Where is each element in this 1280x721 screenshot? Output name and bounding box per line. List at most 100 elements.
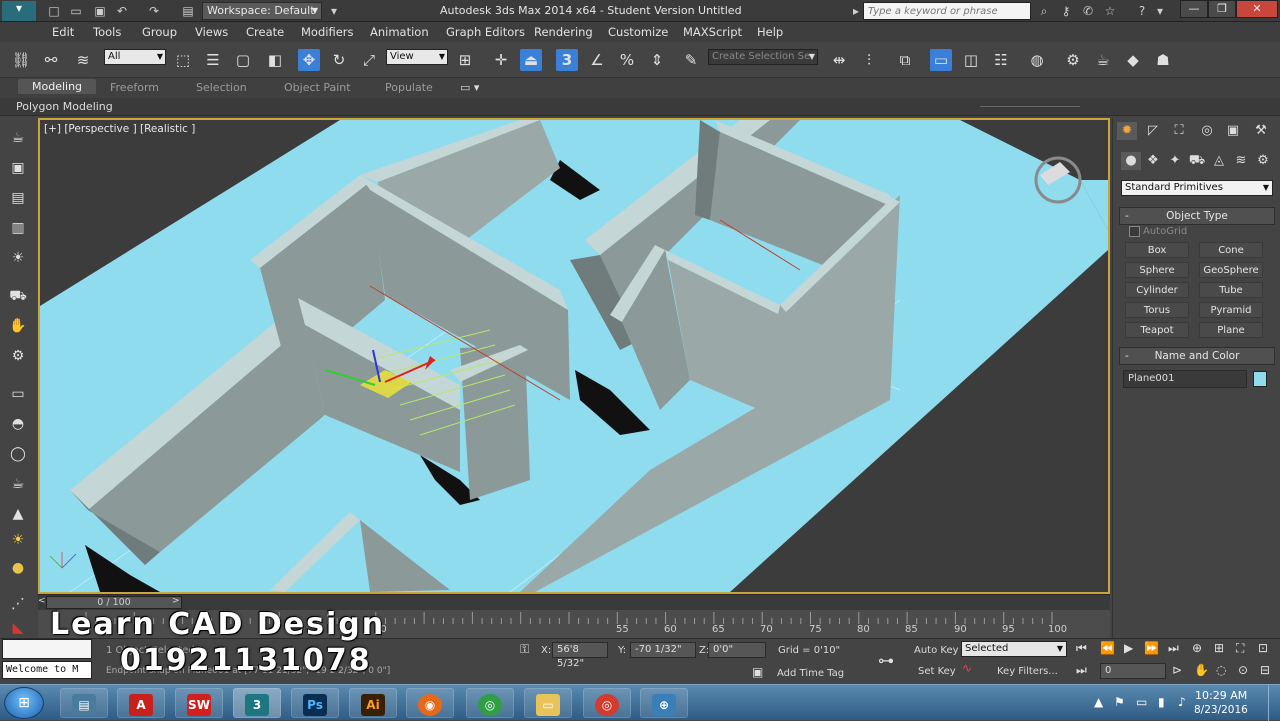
angle-snap-icon[interactable]: ∠ [586, 49, 608, 71]
menu-customize[interactable]: Customize [608, 25, 668, 39]
selection-filter-dropdown[interactable]: All ▼ [104, 49, 166, 65]
taskbar-explorer-icon[interactable]: ▭ [524, 688, 572, 718]
taskbar-3dsmax-icon[interactable]: 3 [233, 688, 281, 718]
key-mode-toggle-icon[interactable]: ⏭ [1076, 663, 1087, 678]
cameras-icon[interactable]: ⛟ [1187, 152, 1207, 170]
taskbar-firefox-icon[interactable]: ◉ [406, 688, 454, 718]
expand-arrow-icon[interactable]: ▸ [848, 4, 864, 18]
graphite-modeling-tools-icon[interactable]: ▭ [930, 49, 952, 71]
start-button[interactable]: ⊞ [4, 687, 44, 719]
menu-tools[interactable]: Tools [93, 25, 121, 39]
set-key-button[interactable]: Set Key [918, 666, 956, 677]
light-icon[interactable]: ☀ [7, 248, 29, 268]
select-and-scale-icon[interactable]: ⤢ [358, 49, 380, 71]
tray-volume-icon[interactable]: ♪ [1178, 695, 1186, 709]
circle-icon[interactable]: ◯ [7, 444, 29, 464]
create-tab-icon[interactable]: ✹ [1117, 122, 1137, 140]
auto-key-button[interactable]: Auto Key [914, 645, 959, 656]
tray-flag-icon[interactable]: ⚑ [1114, 695, 1125, 709]
cone-icon[interactable]: ▲ [7, 504, 29, 524]
orbit-icon[interactable]: ◌ [1216, 663, 1226, 677]
help-search-input[interactable]: Type a keyword or phrase [863, 2, 1031, 20]
x-coordinate-input[interactable]: 56'8 5/32" [552, 642, 608, 669]
pan-icon[interactable]: ✋ [1194, 663, 1209, 677]
key-mode-dropdown[interactable]: Selected ▼ [961, 641, 1067, 657]
key-icon[interactable]: ⚷ [1058, 4, 1074, 18]
hierarchy-tab-icon[interactable]: ⛶ [1169, 122, 1189, 140]
taskbar-network-icon[interactable]: ⊕ [640, 688, 688, 718]
render-production-icon[interactable]: ◆ [1122, 49, 1144, 71]
previous-frame-icon[interactable]: ⏪ [1100, 641, 1115, 655]
add-time-tag-button[interactable]: Add Time Tag [777, 668, 844, 679]
space-warps-icon[interactable]: ≋ [1231, 152, 1251, 170]
name-and-color-rollout[interactable]: - Name and Color [1119, 347, 1275, 365]
object-type-rollout[interactable]: - Object Type [1119, 207, 1275, 225]
primitive-type-dropdown[interactable]: Standard Primitives ▼ [1121, 180, 1273, 196]
film-camera-icon[interactable]: ⚙ [7, 346, 29, 366]
tab-populate[interactable]: Populate [385, 81, 433, 94]
display-tab-icon[interactable]: ▣ [1223, 122, 1243, 140]
mirror-icon[interactable]: ⇹ [828, 49, 850, 71]
maximize-viewport-icon[interactable]: ⊟ [1260, 663, 1270, 677]
layer-manager-icon[interactable]: ⧉ [894, 49, 916, 71]
menu-animation[interactable]: Animation [370, 25, 429, 39]
slider-left-arrow-icon[interactable]: < [38, 596, 46, 606]
box-icon[interactable]: ▭ [7, 384, 29, 404]
render-setup-icon[interactable]: ⚙ [1062, 49, 1084, 71]
select-and-link-icon[interactable]: ⛓ [10, 49, 32, 71]
lock-selection-icon[interactable]: ⚿ [520, 642, 529, 657]
project-folder-icon[interactable]: ▤ [180, 4, 196, 18]
bind-space-warp-icon[interactable]: ≋ [72, 49, 94, 71]
snaps-toggle-icon[interactable]: 3 [556, 49, 578, 71]
favorites-star-icon[interactable]: ☆ [1102, 4, 1118, 18]
align-icon[interactable]: ⫶ [858, 49, 880, 71]
cone-button[interactable]: Cone [1199, 242, 1263, 258]
clock-time[interactable]: 10:29 AM [1195, 689, 1247, 702]
slider-right-arrow-icon[interactable]: > [172, 596, 180, 606]
material-editor-icon[interactable]: ◍ [1026, 49, 1048, 71]
named-selection-dropdown[interactable]: Create Selection Se ▼ [708, 49, 818, 65]
rectangular-selection-icon[interactable]: ▢ [232, 49, 254, 71]
help-icon[interactable]: ? [1134, 4, 1150, 18]
zoom-extents-icon[interactable]: ⛶ [1236, 641, 1244, 656]
render-frame-window-icon[interactable]: ☕ [1092, 49, 1114, 71]
show-desktop-button[interactable] [1268, 685, 1280, 721]
maxscript-listener-input[interactable] [2, 639, 92, 659]
tube-button[interactable]: Tube [1199, 282, 1263, 298]
sun-icon[interactable]: ☀ [7, 530, 29, 550]
z-coordinate-input[interactable]: 0'0" [708, 642, 766, 658]
y-coordinate-input[interactable]: -70 1/32" [630, 642, 696, 658]
sphere-icon[interactable]: ● [7, 558, 29, 578]
keyboard-shortcut-override-icon[interactable]: ⏏ [520, 49, 542, 71]
help-dropdown-icon[interactable]: ▾ [1152, 4, 1168, 18]
scene-explorer-icon[interactable]: ▥ [7, 218, 29, 238]
ribbon-options-icon[interactable]: ▭ ▾ [460, 81, 479, 94]
tab-selection[interactable]: Selection [196, 81, 247, 94]
new-file-icon[interactable]: □ [46, 4, 62, 18]
time-tag-icon[interactable]: ▣ [752, 665, 763, 679]
box-button[interactable]: Box [1125, 242, 1189, 258]
taskbar-chrome-2-icon[interactable]: ◎ [583, 688, 631, 718]
set-key-filter-icon[interactable]: ⊶ [878, 651, 894, 670]
hand-icon[interactable]: ✋ [7, 316, 29, 336]
zoom-icon[interactable]: ⊕ [1192, 641, 1202, 655]
window-crossing-icon[interactable]: ◧ [264, 49, 286, 71]
menu-rendering[interactable]: Rendering [534, 25, 593, 39]
camera-icon[interactable]: ⛟ [7, 286, 29, 306]
picture-icon[interactable]: ▣ [7, 158, 29, 178]
render-iterative-icon[interactable]: ☗ [1152, 49, 1174, 71]
current-frame-input[interactable]: 0 [1100, 663, 1166, 679]
lights-icon[interactable]: ✦ [1165, 152, 1185, 170]
red-marker-icon[interactable]: ◣ [7, 618, 29, 638]
select-manipulate-icon[interactable]: ✛ [490, 49, 512, 71]
shapes-icon[interactable]: ❖ [1143, 152, 1163, 170]
play-icon[interactable]: ▶ [1124, 641, 1133, 655]
unlink-icon[interactable]: ⚯ [40, 49, 62, 71]
teapot-button[interactable]: Teapot [1125, 322, 1189, 338]
close-button[interactable]: ✕ [1236, 0, 1278, 18]
zoom-extents-all-icon[interactable]: ⊡ [1258, 641, 1268, 655]
workspace-dropdown[interactable]: Workspace: Default ▼ [202, 2, 322, 20]
zoom-all-icon[interactable]: ⊞ [1214, 641, 1224, 655]
geometry-icon[interactable]: ● [1121, 152, 1141, 170]
menu-edit[interactable]: Edit [52, 25, 74, 39]
